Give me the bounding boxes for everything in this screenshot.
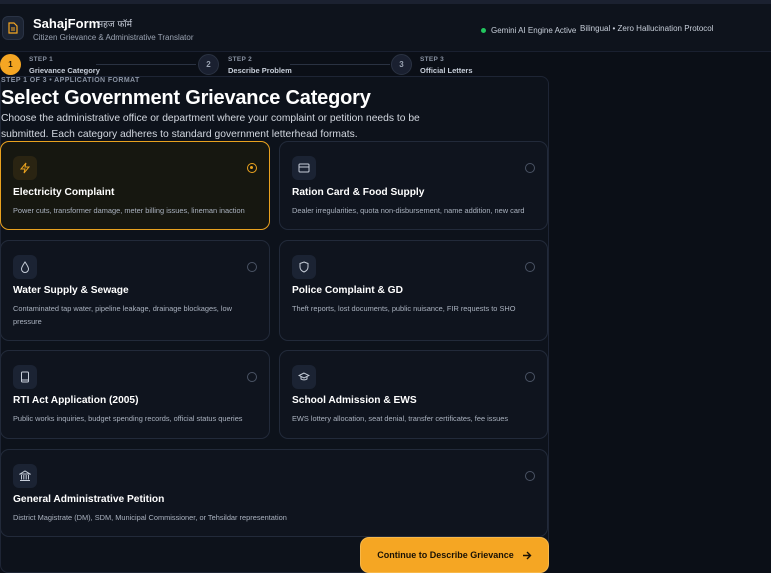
category-card-school[interactable]: School Admission & EWS EWS lottery alloc… [279, 350, 548, 439]
step-2-circle[interactable]: 2 [198, 54, 219, 75]
app-header: SahajForm सहज फॉर्म Citizen Grievance & … [0, 4, 771, 52]
category-card-electricity[interactable]: Electricity Complaint Power cuts, transf… [0, 141, 270, 230]
category-card-water[interactable]: Water Supply & Sewage Contaminated tap w… [0, 240, 270, 341]
engine-status-label: Gemini AI Engine Active [491, 25, 577, 35]
step-3-title: Official Letters [420, 66, 473, 75]
category-description: Contaminated tap water, pipeline leakage… [13, 304, 232, 326]
shield-icon [292, 255, 316, 279]
step-1-circle[interactable]: 1 [0, 54, 21, 75]
protocol-label: Bilingual • Zero Hallucination Protocol [580, 24, 714, 33]
category-radio[interactable] [247, 372, 257, 382]
step-1-title: Grievance Category [29, 66, 100, 75]
app-logo [2, 16, 24, 40]
category-title: RTI Act Application (2005) [13, 395, 139, 406]
step-progress: 1 STEP 1 Grievance Category 2 STEP 2 Des… [0, 53, 771, 77]
step-3-circle[interactable]: 3 [391, 54, 412, 75]
card-icon [292, 156, 316, 180]
category-radio[interactable] [525, 471, 535, 481]
category-title: Police Complaint & GD [292, 285, 403, 296]
category-card-ration[interactable]: Ration Card & Food Supply Dealer irregul… [279, 141, 548, 230]
arrow-right-icon [522, 551, 532, 560]
category-radio[interactable] [525, 372, 535, 382]
category-radio[interactable] [525, 163, 535, 173]
category-radio[interactable] [525, 262, 535, 272]
category-card-rti[interactable]: RTI Act Application (2005) Public works … [0, 350, 270, 439]
category-title: Electricity Complaint [13, 187, 115, 198]
graduation-cap-icon [292, 365, 316, 389]
page-description: Choose the administrative office or depa… [1, 113, 420, 140]
status-dot-icon [481, 27, 486, 33]
brand-name-hindi: सहज फॉर्म [97, 20, 133, 30]
category-description: Dealer irregularities, quota non-disburs… [292, 206, 525, 215]
category-description: Public works inquiries, budget spending … [13, 414, 243, 423]
step-1-kicker: STEP 1 [29, 56, 54, 63]
step-3-kicker: STEP 3 [420, 56, 445, 63]
brand-name: SahajForm [33, 16, 101, 31]
engine-status-badge: Gemini AI Engine Active [481, 23, 576, 37]
lightning-icon [13, 156, 37, 180]
page-title: Select Government Grievance Category [1, 87, 371, 109]
step-2-kicker: STEP 2 [228, 56, 253, 63]
water-drop-icon [13, 255, 37, 279]
continue-button-label: Continue to Describe Grievance [377, 550, 514, 560]
category-radio[interactable] [247, 262, 257, 272]
category-title: General Administrative Petition [13, 494, 165, 505]
step-connector [96, 64, 196, 65]
brand-subtitle: Citizen Grievance & Administrative Trans… [33, 33, 194, 42]
category-radio[interactable] [247, 163, 257, 173]
category-title: Ration Card & Food Supply [292, 187, 425, 198]
category-title: School Admission & EWS [292, 395, 417, 406]
category-description: Power cuts, transformer damage, meter bi… [13, 206, 245, 215]
book-icon [13, 365, 37, 389]
section-kicker: STEP 1 OF 3 • APPLICATION FORMAT [1, 77, 140, 84]
document-icon [8, 22, 18, 34]
step-2-title: Describe Problem [228, 66, 292, 75]
step-connector [290, 64, 390, 65]
category-card-general[interactable]: General Administrative Petition District… [0, 449, 548, 537]
category-title: Water Supply & Sewage [13, 285, 129, 296]
building-icon [13, 464, 37, 488]
category-card-police[interactable]: Police Complaint & GD Theft reports, los… [279, 240, 548, 341]
continue-button[interactable]: Continue to Describe Grievance [361, 538, 548, 572]
category-description: District Magistrate (DM), SDM, Municipal… [13, 513, 287, 522]
category-description: Theft reports, lost documents, public nu… [292, 304, 516, 313]
category-description: EWS lottery allocation, seat denial, tra… [292, 414, 509, 423]
